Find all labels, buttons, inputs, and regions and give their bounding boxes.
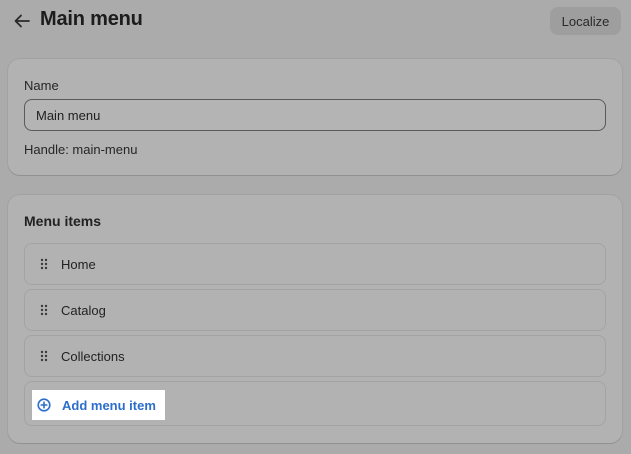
arrow-left-icon bbox=[14, 14, 30, 28]
back-button[interactable] bbox=[10, 9, 34, 33]
circle-plus-icon bbox=[37, 398, 51, 412]
page-title: Main menu bbox=[40, 8, 143, 30]
drag-handle-icon[interactable] bbox=[39, 350, 49, 362]
menu-item-label: Catalog bbox=[61, 303, 106, 318]
menu-item-catalog[interactable]: Catalog bbox=[24, 289, 606, 331]
name-label: Name bbox=[24, 78, 59, 93]
add-menu-item-label: Add menu item bbox=[62, 397, 156, 413]
localize-button[interactable]: Localize bbox=[550, 7, 621, 35]
menu-items-card: Menu items Home Catalog Collections Add … bbox=[8, 195, 622, 443]
menu-item-home[interactable]: Home bbox=[24, 243, 606, 285]
add-menu-item-button[interactable]: Add menu item bbox=[32, 390, 165, 420]
menu-item-label: Collections bbox=[61, 349, 125, 364]
drag-handle-icon[interactable] bbox=[39, 258, 49, 270]
name-input[interactable] bbox=[24, 99, 606, 131]
handle-text: Handle: main-menu bbox=[24, 142, 138, 157]
add-menu-item-row: Add menu item bbox=[24, 381, 606, 426]
menu-item-collections[interactable]: Collections bbox=[24, 335, 606, 377]
menu-items-title: Menu items bbox=[24, 213, 102, 229]
name-card: Name Handle: main-menu bbox=[8, 59, 622, 175]
menu-item-label: Home bbox=[61, 257, 96, 272]
drag-handle-icon[interactable] bbox=[39, 304, 49, 316]
page-header: Main menu Localize bbox=[0, 0, 631, 42]
